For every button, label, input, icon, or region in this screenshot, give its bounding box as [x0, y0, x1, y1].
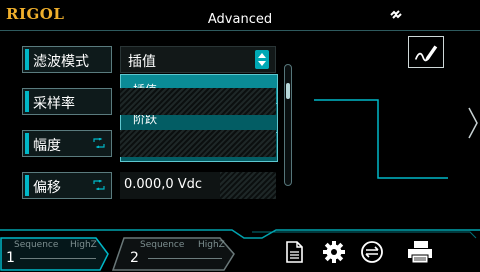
file-icon[interactable]	[282, 240, 306, 264]
offset-label-button[interactable]: 偏移	[22, 172, 112, 199]
channel-1-number: 1	[6, 250, 15, 266]
link-icon[interactable]	[388, 6, 404, 22]
offset-label: 偏移	[33, 180, 61, 196]
sync-icon[interactable]	[360, 240, 384, 264]
amplitude-label-button[interactable]: 幅度	[22, 130, 112, 157]
channel-tab-frame	[0, 237, 109, 271]
channel-2-tab[interactable]: 2 Sequence HighZ	[112, 232, 236, 272]
filter-mode-label: 滤波模式	[33, 54, 89, 70]
gear-icon[interactable]	[322, 240, 346, 264]
page-title: Advanced	[207, 12, 273, 27]
channel-1-impedance: HighZ	[70, 240, 97, 250]
offset-value: 0.000,0 Vdc	[124, 177, 203, 192]
sample-rate-label: 采样率	[33, 96, 75, 112]
printer-icon[interactable]	[406, 240, 434, 264]
channel-1-level-line	[20, 258, 96, 259]
filter-mode-label-button[interactable]: 滤波模式	[22, 46, 112, 73]
channel-2-level-line	[148, 258, 222, 259]
channel-2-impedance: HighZ	[198, 240, 225, 250]
unit-toggle-icon[interactable]	[93, 138, 105, 148]
brand-logo: RIGOL	[6, 5, 65, 23]
sample-rate-label-button[interactable]: 采样率	[22, 88, 112, 115]
top-divider	[0, 30, 480, 31]
channel-1-mode: Sequence	[14, 240, 59, 250]
top-bar: RIGOL Advanced	[0, 0, 480, 36]
channel-2-mode: Sequence	[140, 240, 185, 250]
draw-wave-icon	[414, 45, 438, 62]
offset-input[interactable]: 0.000,0 Vdc	[120, 172, 276, 199]
offset-field-hatch	[220, 172, 276, 199]
filter-mode-value: 插值	[128, 54, 156, 70]
chevron-right-icon[interactable]	[466, 106, 480, 140]
up-down-spinner-icon[interactable]	[255, 50, 269, 69]
draw-wave-button[interactable]	[408, 36, 444, 68]
amplitude-label: 幅度	[33, 138, 61, 154]
amplitude-field[interactable]	[120, 130, 276, 157]
sample-rate-field[interactable]	[120, 88, 276, 115]
unit-toggle-icon[interactable]	[93, 180, 105, 190]
param-scrollbar[interactable]	[284, 64, 292, 186]
scrollbar-thumb[interactable]	[286, 83, 290, 99]
filter-mode-select[interactable]: 插值	[120, 46, 276, 73]
channel-1-tab[interactable]: 1 Sequence HighZ	[0, 232, 110, 272]
channel-2-number: 2	[130, 250, 139, 266]
